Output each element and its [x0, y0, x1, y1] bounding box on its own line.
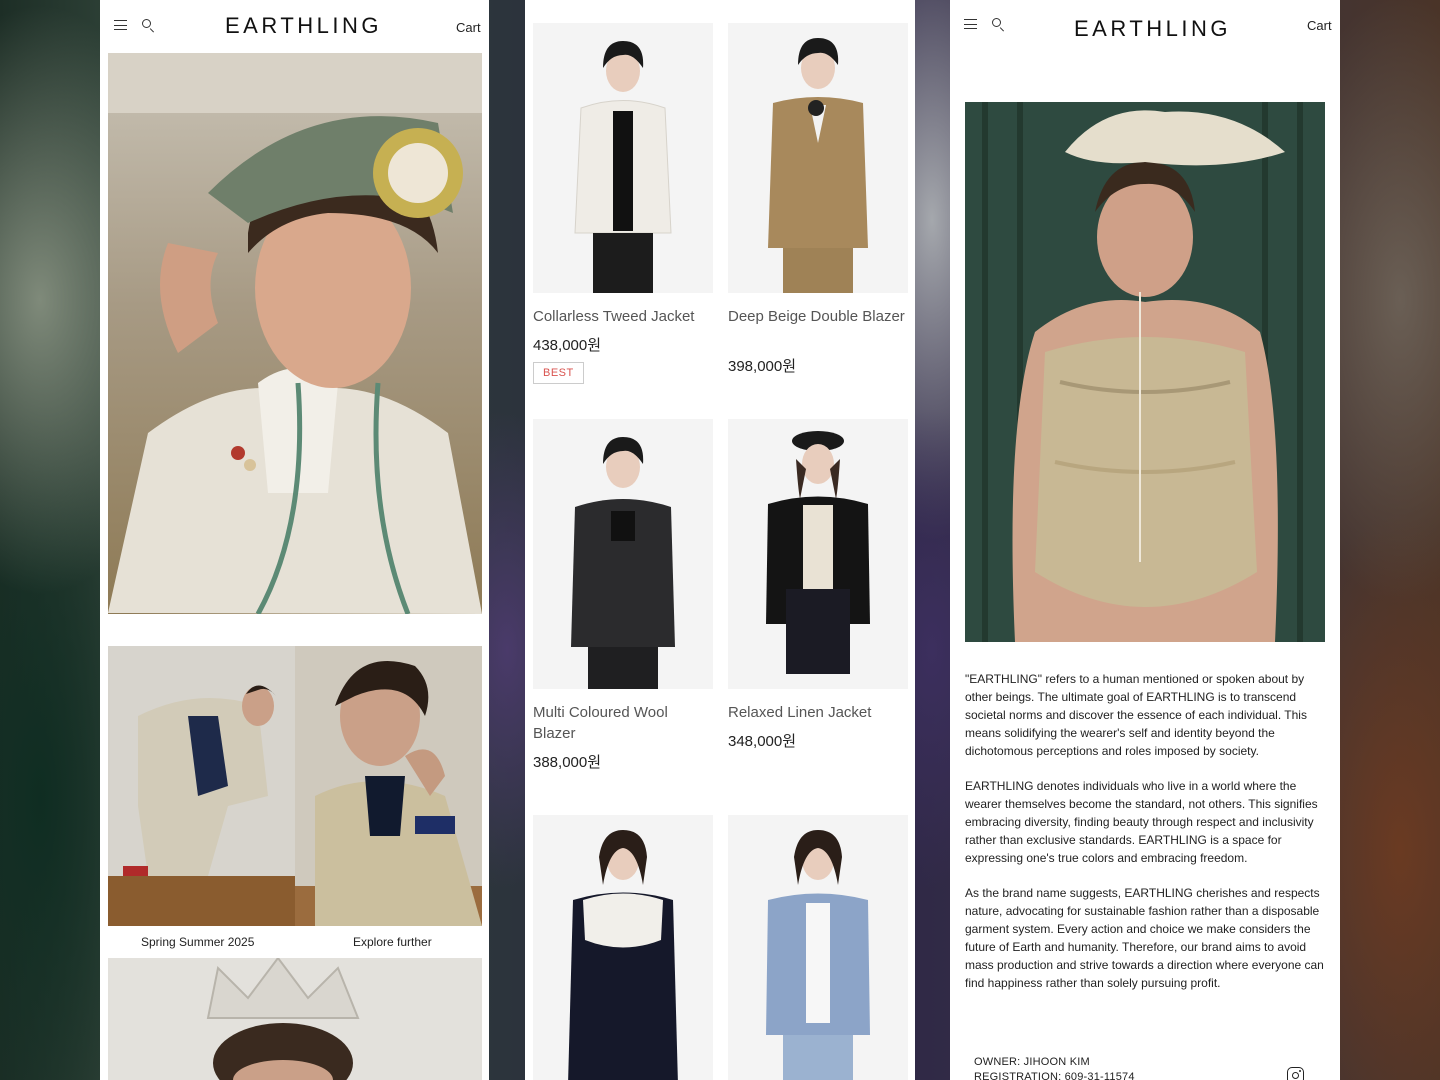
registration-info: REGISTRATION: 609-31-11574 [974, 1071, 1135, 1080]
product-image[interactable] [533, 23, 713, 293]
owner-info: OWNER: JIHOON KIM [974, 1056, 1090, 1068]
home-screen: EARTHLING Cart Spring Summer 2025 Explor… [100, 0, 489, 1080]
cart-link[interactable]: Cart [456, 20, 481, 35]
product-image[interactable] [533, 815, 713, 1080]
search-icon[interactable] [142, 19, 156, 33]
cart-link[interactable]: Cart [1307, 18, 1332, 33]
product-name[interactable]: Deep Beige Double Blazer [728, 306, 908, 327]
about-paragraph: EARTHLING denotes individuals who live i… [965, 779, 1318, 865]
campaign-image-right[interactable] [295, 646, 482, 926]
campaign-image-left[interactable] [108, 646, 295, 926]
hero-image[interactable] [108, 53, 482, 614]
caption-explore[interactable]: Explore further [353, 935, 432, 949]
top-bar: EARTHLING Cart [100, 0, 489, 52]
best-badge: BEST [533, 362, 584, 384]
menu-icon[interactable] [964, 18, 978, 32]
crown-image[interactable] [108, 958, 482, 1080]
product-image[interactable] [728, 419, 908, 689]
caption-season[interactable]: Spring Summer 2025 [141, 935, 254, 949]
top-bar: EARTHLING Cart [950, 0, 1340, 52]
about-paragraph: As the brand name suggests, EARTHLING ch… [965, 886, 1324, 990]
about-image [965, 102, 1325, 642]
product-price: 388,000원 [533, 754, 602, 771]
instagram-icon[interactable] [1287, 1067, 1304, 1080]
product-image[interactable] [728, 815, 908, 1080]
about-paragraph: "EARTHLING" refers to a human mentioned … [965, 672, 1307, 758]
product-name[interactable]: Relaxed Linen Jacket [728, 702, 908, 723]
product-image[interactable] [728, 23, 908, 293]
product-price: 438,000원 [533, 337, 602, 354]
about-screen: EARTHLING Cart "EARTHLING" refers to a h… [950, 0, 1340, 1080]
search-icon[interactable] [992, 18, 1006, 32]
product-list-screen: Collarless Tweed Jacket 438,000원 BEST De… [525, 0, 915, 1080]
product-name[interactable]: Collarless Tweed Jacket [533, 306, 713, 327]
product-price: 398,000원 [728, 358, 797, 375]
product-name[interactable]: Multi Coloured Wool Blazer [533, 702, 713, 744]
product-price: 348,000원 [728, 733, 797, 750]
brand-logo[interactable]: EARTHLING [225, 13, 382, 39]
brand-logo[interactable]: EARTHLING [1074, 16, 1231, 42]
menu-icon[interactable] [114, 19, 128, 33]
product-image[interactable] [533, 419, 713, 689]
